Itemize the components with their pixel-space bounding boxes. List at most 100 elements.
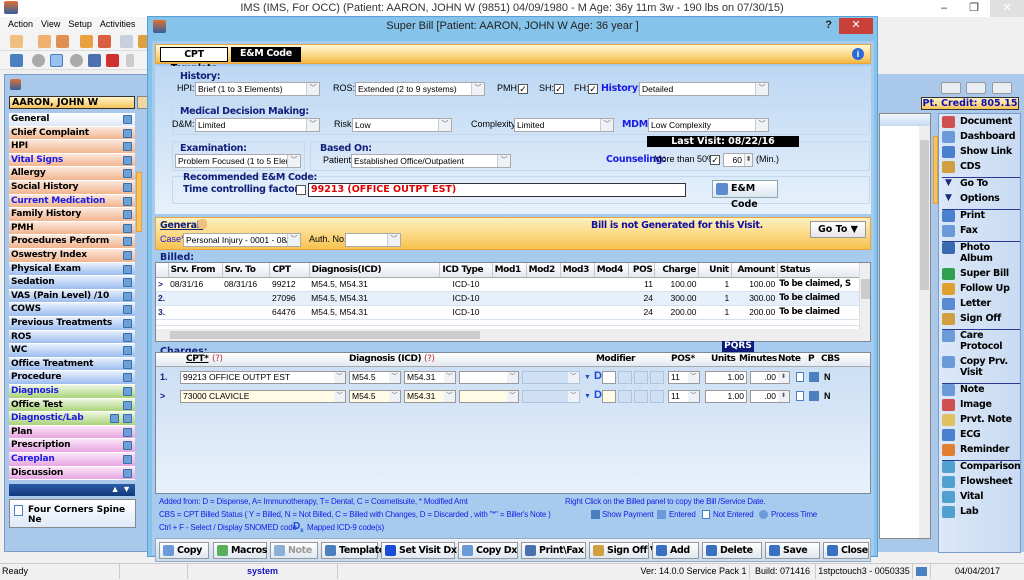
risk-select[interactable]: Low ﹀ xyxy=(352,118,452,132)
tool-ecg[interactable]: ECG xyxy=(942,429,1020,441)
tool-document[interactable]: Document xyxy=(942,116,1020,128)
macros-button[interactable]: Macros xyxy=(213,542,267,559)
cpt-select[interactable]: 73000 CLAVICLE ﹀ xyxy=(180,390,346,403)
chart-close-button[interactable] xyxy=(992,82,1012,94)
chart-minimize-button[interactable] xyxy=(941,82,961,94)
modifier-2-field[interactable] xyxy=(618,371,632,384)
edit-patient-icon[interactable] xyxy=(56,35,69,48)
dx2-select[interactable]: M54.31 ﹀ xyxy=(404,371,456,384)
billed-col-header[interactable]: ICD Type xyxy=(439,263,493,278)
dx3-select[interactable]: ﹀ xyxy=(459,371,519,384)
tool-fax[interactable]: Fax xyxy=(942,225,1020,237)
ros-select[interactable]: Extended (2 to 9 systems) ﹀ xyxy=(355,82,485,96)
note-edit-icon[interactable] xyxy=(123,441,132,451)
remove-circle-icon[interactable] xyxy=(70,54,83,67)
copy-dx-button[interactable]: Copy Dx xyxy=(458,542,518,559)
billed-col-header[interactable]: Mod2 xyxy=(526,263,561,278)
nav-item[interactable]: Careplan xyxy=(9,453,135,467)
dx2-select[interactable]: M54.31 ﹀ xyxy=(404,390,456,403)
billed-col-header[interactable]: CPT xyxy=(269,263,310,278)
dx4-select[interactable]: ﹀ xyxy=(522,371,580,384)
note-edit-icon[interactable] xyxy=(123,183,132,192)
history-level-select[interactable]: Detailed ﹀ xyxy=(639,82,769,96)
close-button[interactable]: Close xyxy=(823,542,869,559)
rx-icon[interactable] xyxy=(120,35,133,48)
folder-icon[interactable] xyxy=(10,54,23,67)
note-edit-icon[interactable] xyxy=(123,278,132,288)
tool-super-bill[interactable]: Super Bill xyxy=(942,268,1020,280)
tab-cpt-template[interactable]: CPT Template xyxy=(160,47,228,74)
edit-note-icon[interactable] xyxy=(50,54,63,67)
note-edit-icon[interactable] xyxy=(123,305,132,315)
dx1-select[interactable]: M54.5 ﹀ xyxy=(349,390,401,403)
goto-button[interactable]: Go To ▼ xyxy=(810,221,866,238)
note-edit-icon[interactable] xyxy=(123,400,132,410)
tool-show-link[interactable]: Show Link xyxy=(942,146,1020,158)
billed-col-header[interactable]: Mod4 xyxy=(594,263,629,278)
units-field[interactable]: 1.00 xyxy=(705,371,747,384)
nav-item[interactable]: COWS xyxy=(9,303,135,317)
billed-col-header[interactable]: Mod3 xyxy=(560,263,595,278)
modifier-3-field[interactable] xyxy=(634,371,648,384)
set-visit-dx-button[interactable]: Set Visit Dx xyxy=(381,542,457,559)
cpt-help-link[interactable]: (?) xyxy=(212,354,223,364)
tool-lab[interactable]: Lab xyxy=(942,506,1020,518)
billed-row[interactable]: 3. 64476 M54.5, M54.31 ICD-10 24 200.00 1 200.0… xyxy=(156,305,860,320)
back-arrow-icon[interactable] xyxy=(126,54,134,67)
billed-col-header[interactable]: Srv. From xyxy=(168,263,223,278)
nav-item[interactable]: WC xyxy=(9,344,135,358)
payment-icon[interactable] xyxy=(809,391,819,401)
note-edit-icon[interactable] xyxy=(123,155,132,165)
note-edit-icon[interactable] xyxy=(123,128,132,138)
lab-results-icon[interactable] xyxy=(110,414,119,424)
billed-row[interactable]: >08/31/16 08/31/16 99212 M54.5, M54.31 ICD-1… xyxy=(156,277,860,292)
nav-item[interactable]: Diagnosis xyxy=(9,385,135,399)
examination-select[interactable]: Problem Focused (1 to 5 Elemen ﹀ xyxy=(175,154,301,168)
billed-col-header[interactable]: Mod1 xyxy=(492,263,527,278)
note-edit-icon[interactable] xyxy=(123,142,132,152)
nav-scroll-buttons[interactable]: ▲ ▼ xyxy=(9,484,135,496)
nav-item[interactable]: ROS xyxy=(9,330,135,345)
billed-col-header[interactable]: POS xyxy=(628,263,656,278)
copy-button[interactable]: Copy xyxy=(159,542,209,559)
billed-col-header[interactable]: Charge xyxy=(654,263,700,278)
add-patient-icon[interactable] xyxy=(38,35,51,48)
menu-activities[interactable]: Activities xyxy=(100,17,136,32)
tool-comparison[interactable]: Comparison xyxy=(942,461,1021,473)
info-icon[interactable]: i xyxy=(852,48,864,60)
nav-item[interactable]: Previous Treatments xyxy=(9,317,135,331)
tool-copy-prv-visit[interactable]: Copy Prv. Visit xyxy=(942,356,1020,378)
note-edit-icon[interactable] xyxy=(123,332,132,342)
edit-chart-icon[interactable] xyxy=(98,35,111,48)
note-edit-icon[interactable] xyxy=(123,373,132,383)
note-edit-icon[interactable] xyxy=(123,210,132,220)
dm-select[interactable]: Limited ﹀ xyxy=(195,118,320,132)
billed-row[interactable]: 2. 27096 M54.5, M54.31 ICD-10 24 300.00 1 300.0… xyxy=(156,291,860,306)
right-list-scrollbar[interactable] xyxy=(919,126,930,538)
tool-print[interactable]: Print xyxy=(942,210,1020,222)
cpt-select[interactable]: 99213 OFFICE OUTPT EST ﹀ xyxy=(180,371,346,384)
dx3-select[interactable]: ﹀ xyxy=(459,390,519,403)
pmh-checkbox[interactable]: ✓ xyxy=(518,84,528,94)
note-edit-icon[interactable] xyxy=(123,223,132,233)
tool-dashboard[interactable]: Dashboard xyxy=(942,131,1020,143)
modifier-2-field[interactable] xyxy=(618,390,632,403)
modifier-4-field[interactable] xyxy=(650,371,664,384)
pos-select[interactable]: 11 ﹀ xyxy=(668,371,700,384)
menu-action[interactable]: Action xyxy=(8,17,33,32)
note-edit-icon[interactable] xyxy=(123,346,132,356)
nav-item[interactable]: Diagnostic/Lab xyxy=(9,412,135,426)
tool-note[interactable]: Note xyxy=(942,384,1020,396)
tool-image[interactable]: Image xyxy=(942,399,1020,411)
template-button[interactable]: Template xyxy=(321,542,385,559)
menu-setup[interactable]: Setup xyxy=(68,17,92,32)
nav-item[interactable]: Office Test xyxy=(9,398,135,413)
tool-follow-up[interactable]: Follow Up xyxy=(942,283,1020,295)
tool-letter[interactable]: Letter xyxy=(942,298,1020,310)
print-fax-button[interactable]: Print\Fax xyxy=(521,542,586,559)
em-code-button[interactable]: E&M Code xyxy=(712,180,778,210)
tool-cds[interactable]: CDS xyxy=(942,161,1020,173)
minutes-stepper[interactable]: .00 ⬍ xyxy=(750,371,790,384)
app-close-button[interactable]: ✕ xyxy=(990,0,1024,17)
tool-prvt-note[interactable]: Prvt. Note xyxy=(942,414,1020,426)
